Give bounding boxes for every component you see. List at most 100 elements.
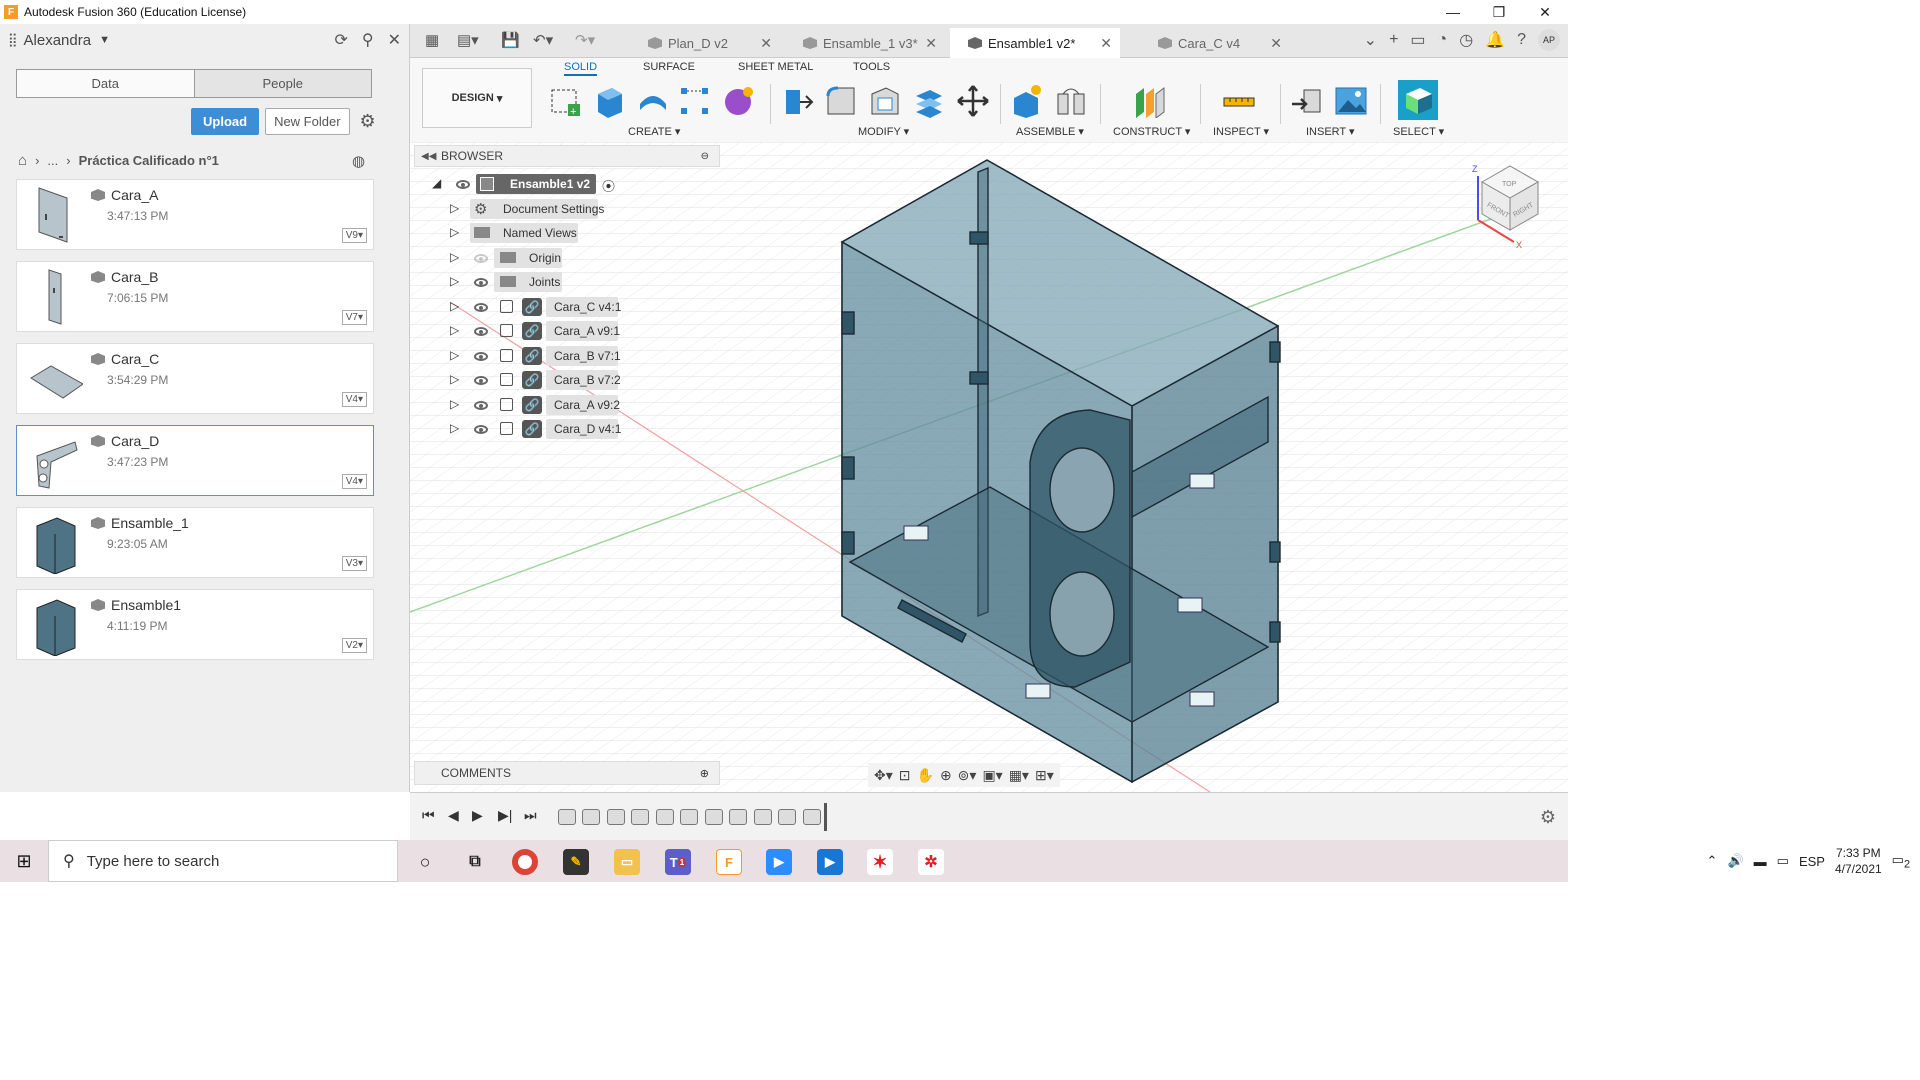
expand-triangle-icon[interactable]: ▷ [450,250,459,264]
extensions-icon[interactable]: ◔ [1438,31,1448,49]
breadcrumb-ellipsis[interactable]: ... [47,153,58,168]
file-card-cara-a[interactable]: Cara_A 3:47:13 PM V9▾ [16,179,374,250]
close-tab-icon[interactable]: ✕ [760,35,772,52]
visibility-eye-icon[interactable] [456,180,470,189]
assemble-menu[interactable]: ASSEMBLE ▾ [1016,125,1084,138]
volume-icon[interactable]: 🔊 [1727,853,1743,869]
tab-tools[interactable]: TOOLS [853,61,890,73]
tree-item-joints[interactable]: ▷ Joints [414,271,720,293]
timeline-joint-icon[interactable] [778,809,796,825]
insert-image-icon[interactable] [1334,84,1368,118]
move-copy-icon[interactable] [956,84,990,118]
display-settings-icon[interactable]: ▣▾ [982,767,1002,784]
browser-panel-header[interactable]: ◀◀ BROWSER ⊖ [414,145,720,167]
redo-icon[interactable]: ↷▾ [575,31,595,49]
joint-marker-icon[interactable] [903,525,929,541]
collapse-browser-icon[interactable]: ◀◀ [421,151,436,162]
tree-item-component[interactable]: ▷ 🔗 Cara_B v7:1 [414,345,720,367]
fusion-taskbar-icon[interactable]: F [716,849,742,875]
close-tab-icon[interactable]: ✕ [1270,35,1282,52]
tabs-overflow-icon[interactable]: ⌄ [1364,30,1377,50]
refresh-icon[interactable]: ⟳ [334,30,347,50]
teams-icon[interactable]: T1 [665,849,691,875]
version-badge[interactable]: V3▾ [341,556,367,571]
save-icon[interactable]: 💾 [501,31,520,49]
select-menu[interactable]: SELECT ▾ [1393,125,1444,138]
comments-panel-header[interactable]: COMMENTS ⊕ [414,761,720,785]
tab-ensamble-1[interactable]: Ensamble_1 v3* ✕ [785,28,945,58]
home-icon[interactable]: ⌂ [18,152,27,169]
construct-menu[interactable]: CONSTRUCT ▾ [1113,125,1190,138]
extrude-icon[interactable] [592,84,626,118]
look-at-icon[interactable]: ⊡ [899,767,911,784]
tab-sheet-metal[interactable]: SHEET METAL [738,61,813,73]
create-sketch-icon[interactable]: + [548,84,582,118]
pan-hand-icon[interactable]: ✋ [917,767,934,784]
insert-derive-icon[interactable] [1290,84,1324,118]
notification-center-icon[interactable]: ▭2 [1892,852,1910,871]
combine-icon[interactable] [912,84,946,118]
grid-settings-icon[interactable]: ▦▾ [1009,767,1029,784]
expand-triangle-icon[interactable]: ◢ [432,176,441,190]
zoom-app-icon[interactable]: ▶ [766,849,792,875]
tab-data[interactable]: Data [17,70,195,97]
notifications-bell-icon[interactable]: 🔔 [1485,30,1505,50]
show-hidden-icons-icon[interactable]: ⌃ [1707,853,1718,869]
modify-menu[interactable]: MODIFY ▾ [858,125,909,138]
new-tab-icon[interactable]: + [1389,31,1398,49]
visibility-eye-icon[interactable] [474,352,488,361]
orbit-icon[interactable]: ✥▾ [874,767,893,784]
new-folder-button[interactable]: New Folder [265,108,350,135]
tree-item-component[interactable]: ▷ 🔗 Cara_D v4:1 [414,418,720,440]
cortana-icon[interactable]: ○ [412,849,438,875]
create-menu[interactable]: CREATE ▾ [628,125,680,138]
file-menu-icon[interactable]: ▤▾ [457,31,479,49]
minimize-button[interactable]: — [1430,0,1476,24]
tree-item-component[interactable]: ▷ 🔗 Cara_C v4:1 [414,296,720,318]
timeline-first-icon[interactable]: ⏮ [422,807,435,824]
visibility-eye-icon[interactable] [474,327,488,336]
tab-ensamble1-active[interactable]: Ensamble1 v2* ✕ [950,28,1120,58]
timeline-last-icon[interactable]: ⏭ [524,807,537,824]
timeline-prev-icon[interactable]: ◀ [448,807,459,824]
file-card-cara-c[interactable]: Cara_C 3:54:29 PM V4▾ [16,343,374,414]
expand-triangle-icon[interactable]: ▷ [450,225,459,239]
file-card-ensamble1[interactable]: Ensamble1 4:11:19 PM V2▾ [16,589,374,660]
visibility-eye-icon[interactable] [474,425,488,434]
taskbar-search-input[interactable]: ⚲ Type here to search [48,840,398,882]
tree-item-component[interactable]: ▷ 🔗 Cara_A v9:1 [414,320,720,342]
inspect-menu[interactable]: INSPECT ▾ [1213,125,1269,138]
version-badge[interactable]: V4▾ [341,474,367,489]
tree-item-component[interactable]: ▷ 🔗 Cara_B v7:2 [414,369,720,391]
tree-item-document-settings[interactable]: ▷ ⚙ Document Settings [414,198,720,220]
joint-icon[interactable] [1054,84,1088,118]
file-card-cara-d[interactable]: Cara_D 3:47:23 PM V4▾ [16,425,374,496]
expand-triangle-icon[interactable]: ▷ [450,348,459,362]
activate-radio-icon[interactable]: ⦿ [602,176,615,195]
visibility-eye-icon[interactable] [474,278,488,287]
version-badge[interactable]: V4▾ [341,392,367,407]
timeline-joint-icon[interactable] [582,809,600,825]
media-app-icon[interactable]: ▶ [817,849,843,875]
undo-icon[interactable]: ↶▾ [533,31,553,49]
timeline-play-icon[interactable]: ▶ [472,807,483,824]
job-status-icon[interactable]: ◷ [1459,30,1473,50]
search-icon[interactable]: ⚲ [362,30,374,50]
add-comment-icon[interactable]: ⊕ [700,767,709,780]
pattern-icon[interactable] [678,84,712,118]
minimize-browser-icon[interactable]: ⊖ [701,151,709,162]
timeline-joint-icon[interactable] [607,809,625,825]
version-badge[interactable]: V7▾ [341,310,367,325]
timeline-settings-gear-icon[interactable]: ⚙ [1540,807,1556,828]
visibility-eye-icon[interactable] [474,401,488,410]
expand-triangle-icon[interactable]: ▷ [450,421,459,435]
taskbar-clock[interactable]: 7:33 PM 4/7/2021 [1835,845,1882,877]
expand-triangle-icon[interactable]: ▷ [450,299,459,313]
tab-solid[interactable]: SOLID [564,61,598,76]
timeline-joint-icon[interactable] [754,809,772,825]
timeline-joint-icon[interactable] [631,809,649,825]
zoom-window-icon[interactable]: ⊚▾ [958,767,977,784]
windows-start-icon[interactable]: ⊞ [0,840,48,882]
joint-marker-icon[interactable] [1025,683,1051,699]
close-window-button[interactable]: ✕ [1522,0,1568,24]
